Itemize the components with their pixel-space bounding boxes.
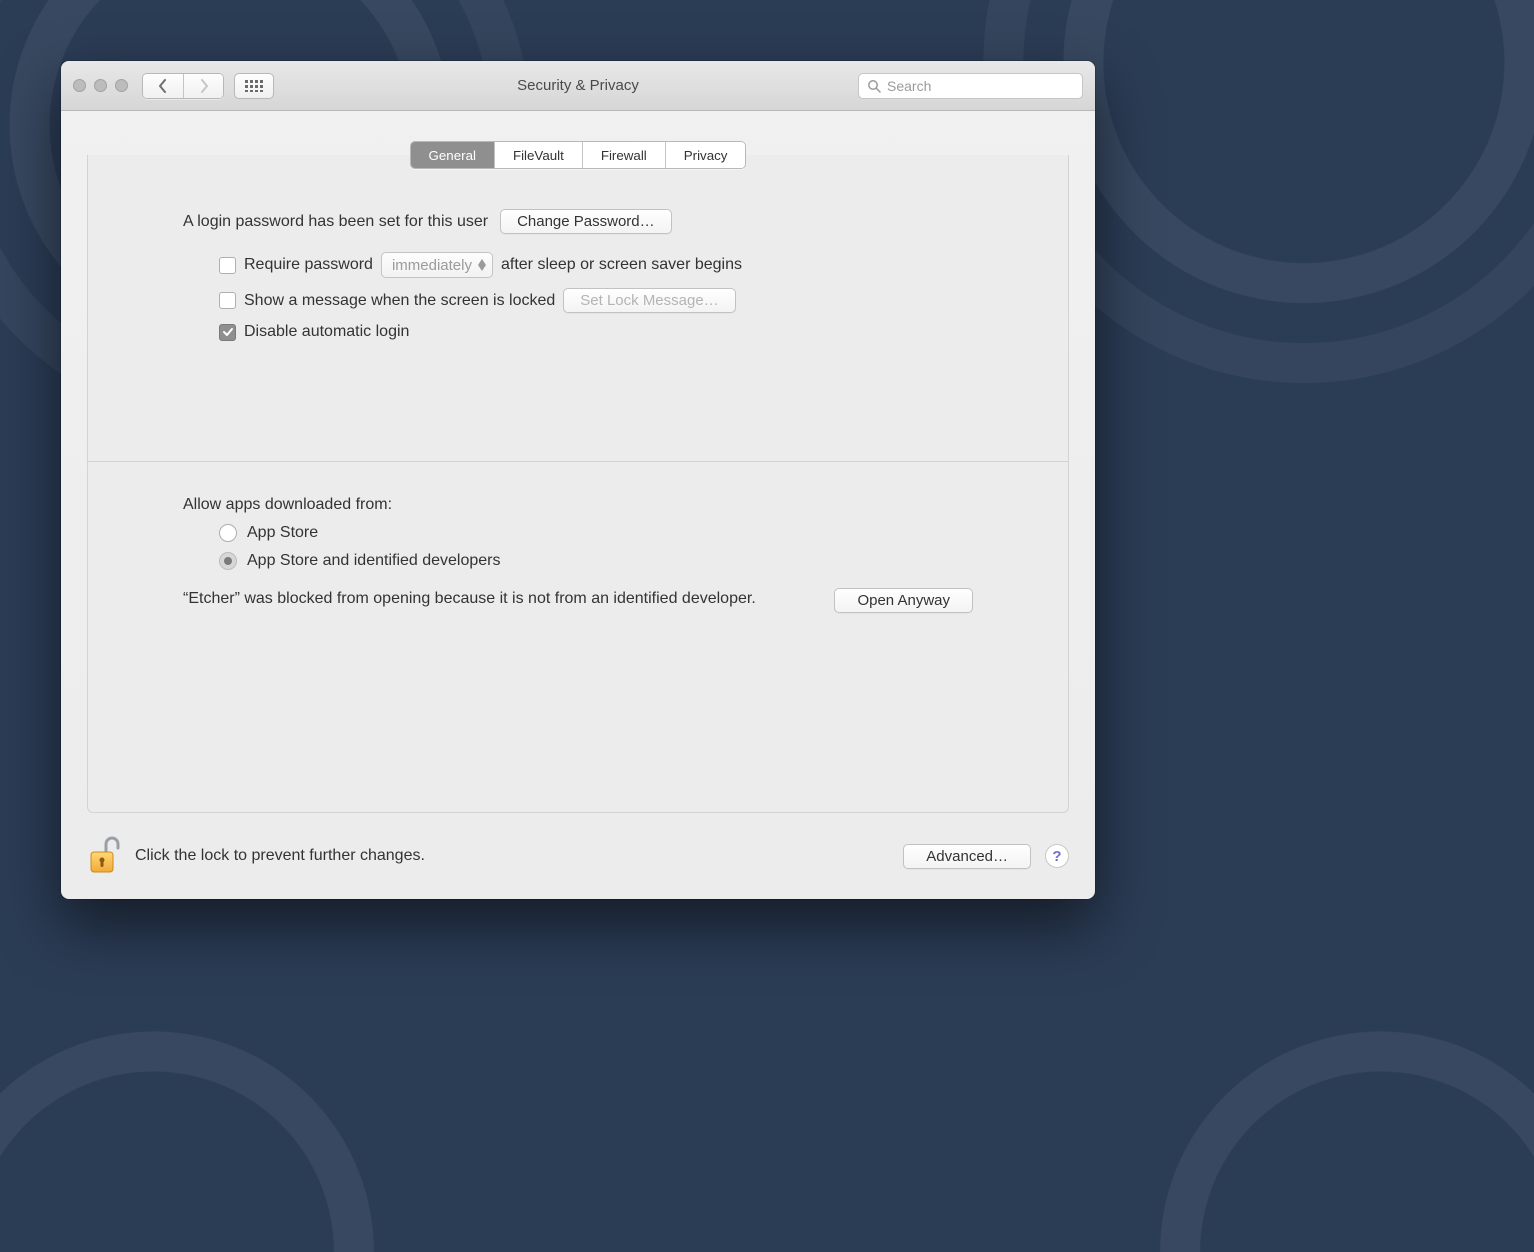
zoom-window-button[interactable]: [115, 79, 128, 92]
disable-auto-login-checkbox[interactable]: [219, 324, 236, 341]
require-password-delay-select[interactable]: immediately: [381, 252, 493, 278]
blocked-app-message: “Etcher” was blocked from opening becaus…: [183, 588, 814, 610]
change-password-button[interactable]: Change Password…: [500, 209, 672, 234]
select-stepper-icon: [478, 259, 486, 271]
search-icon: [867, 79, 881, 93]
set-lock-message-button[interactable]: Set Lock Message…: [563, 288, 735, 313]
disable-auto-login-label: Disable automatic login: [244, 323, 409, 341]
require-password-delay-value: immediately: [392, 257, 472, 274]
tab-bar: General FileVault Firewall Privacy: [410, 141, 747, 169]
show-lock-message-row: Show a message when the screen is locked…: [219, 288, 973, 313]
radio-identified-developers[interactable]: [219, 552, 237, 570]
grid-icon: [245, 80, 263, 92]
titlebar: Security & Privacy: [61, 61, 1095, 111]
advanced-button[interactable]: Advanced…: [903, 844, 1031, 869]
radio-row-identified: App Store and identified developers: [219, 552, 973, 570]
tab-firewall[interactable]: Firewall: [582, 142, 665, 168]
traffic-lights: [73, 79, 128, 92]
radio-row-appstore: App Store: [219, 524, 973, 542]
back-button[interactable]: [143, 74, 183, 98]
general-panel: A login password has been set for this u…: [87, 155, 1069, 813]
minimize-window-button[interactable]: [94, 79, 107, 92]
unlocked-padlock-icon: [87, 832, 121, 876]
password-set-row: A login password has been set for this u…: [183, 209, 973, 234]
require-password-checkbox[interactable]: [219, 257, 236, 274]
close-window-button[interactable]: [73, 79, 86, 92]
footer-right: Advanced… ?: [903, 844, 1069, 869]
search-field[interactable]: [858, 73, 1083, 99]
radio-appstore[interactable]: [219, 524, 237, 542]
help-button[interactable]: ?: [1045, 844, 1069, 868]
lock-button[interactable]: [87, 832, 121, 881]
show-lock-message-label: Show a message when the screen is locked: [244, 292, 555, 310]
footer: Click the lock to prevent further change…: [61, 813, 1095, 899]
nav-history-segment: [142, 73, 224, 99]
password-set-label: A login password has been set for this u…: [183, 213, 488, 231]
blocked-app-row: “Etcher” was blocked from opening becaus…: [183, 588, 973, 613]
radio-appstore-label: App Store: [247, 524, 318, 542]
lock-hint-text: Click the lock to prevent further change…: [135, 847, 425, 865]
show-all-preferences-button[interactable]: [234, 73, 274, 99]
tab-privacy[interactable]: Privacy: [665, 142, 746, 168]
chevron-right-icon: [199, 79, 209, 93]
allow-apps-section: Allow apps downloaded from: App Store Ap…: [183, 496, 973, 613]
radio-identified-label: App Store and identified developers: [247, 552, 501, 570]
search-input[interactable]: [887, 78, 1074, 94]
preferences-window: Security & Privacy General FileVault Fir…: [61, 61, 1095, 899]
open-anyway-button[interactable]: Open Anyway: [834, 588, 973, 613]
require-password-row: Require password immediately after sleep…: [219, 252, 973, 278]
allow-apps-heading: Allow apps downloaded from:: [183, 496, 973, 514]
require-password-label: Require password: [244, 256, 373, 274]
tab-general[interactable]: General: [411, 142, 494, 168]
tabs-area: General FileVault Firewall Privacy: [61, 111, 1095, 169]
chevron-left-icon: [158, 79, 168, 93]
show-lock-message-checkbox[interactable]: [219, 292, 236, 309]
disable-auto-login-row: Disable automatic login: [219, 323, 973, 341]
forward-button[interactable]: [183, 74, 223, 98]
require-password-suffix: after sleep or screen saver begins: [501, 256, 742, 274]
checkmark-icon: [222, 326, 234, 338]
section-divider: [88, 461, 1068, 462]
tab-filevault[interactable]: FileVault: [494, 142, 582, 168]
allow-apps-radio-group: App Store App Store and identified devel…: [219, 524, 973, 570]
